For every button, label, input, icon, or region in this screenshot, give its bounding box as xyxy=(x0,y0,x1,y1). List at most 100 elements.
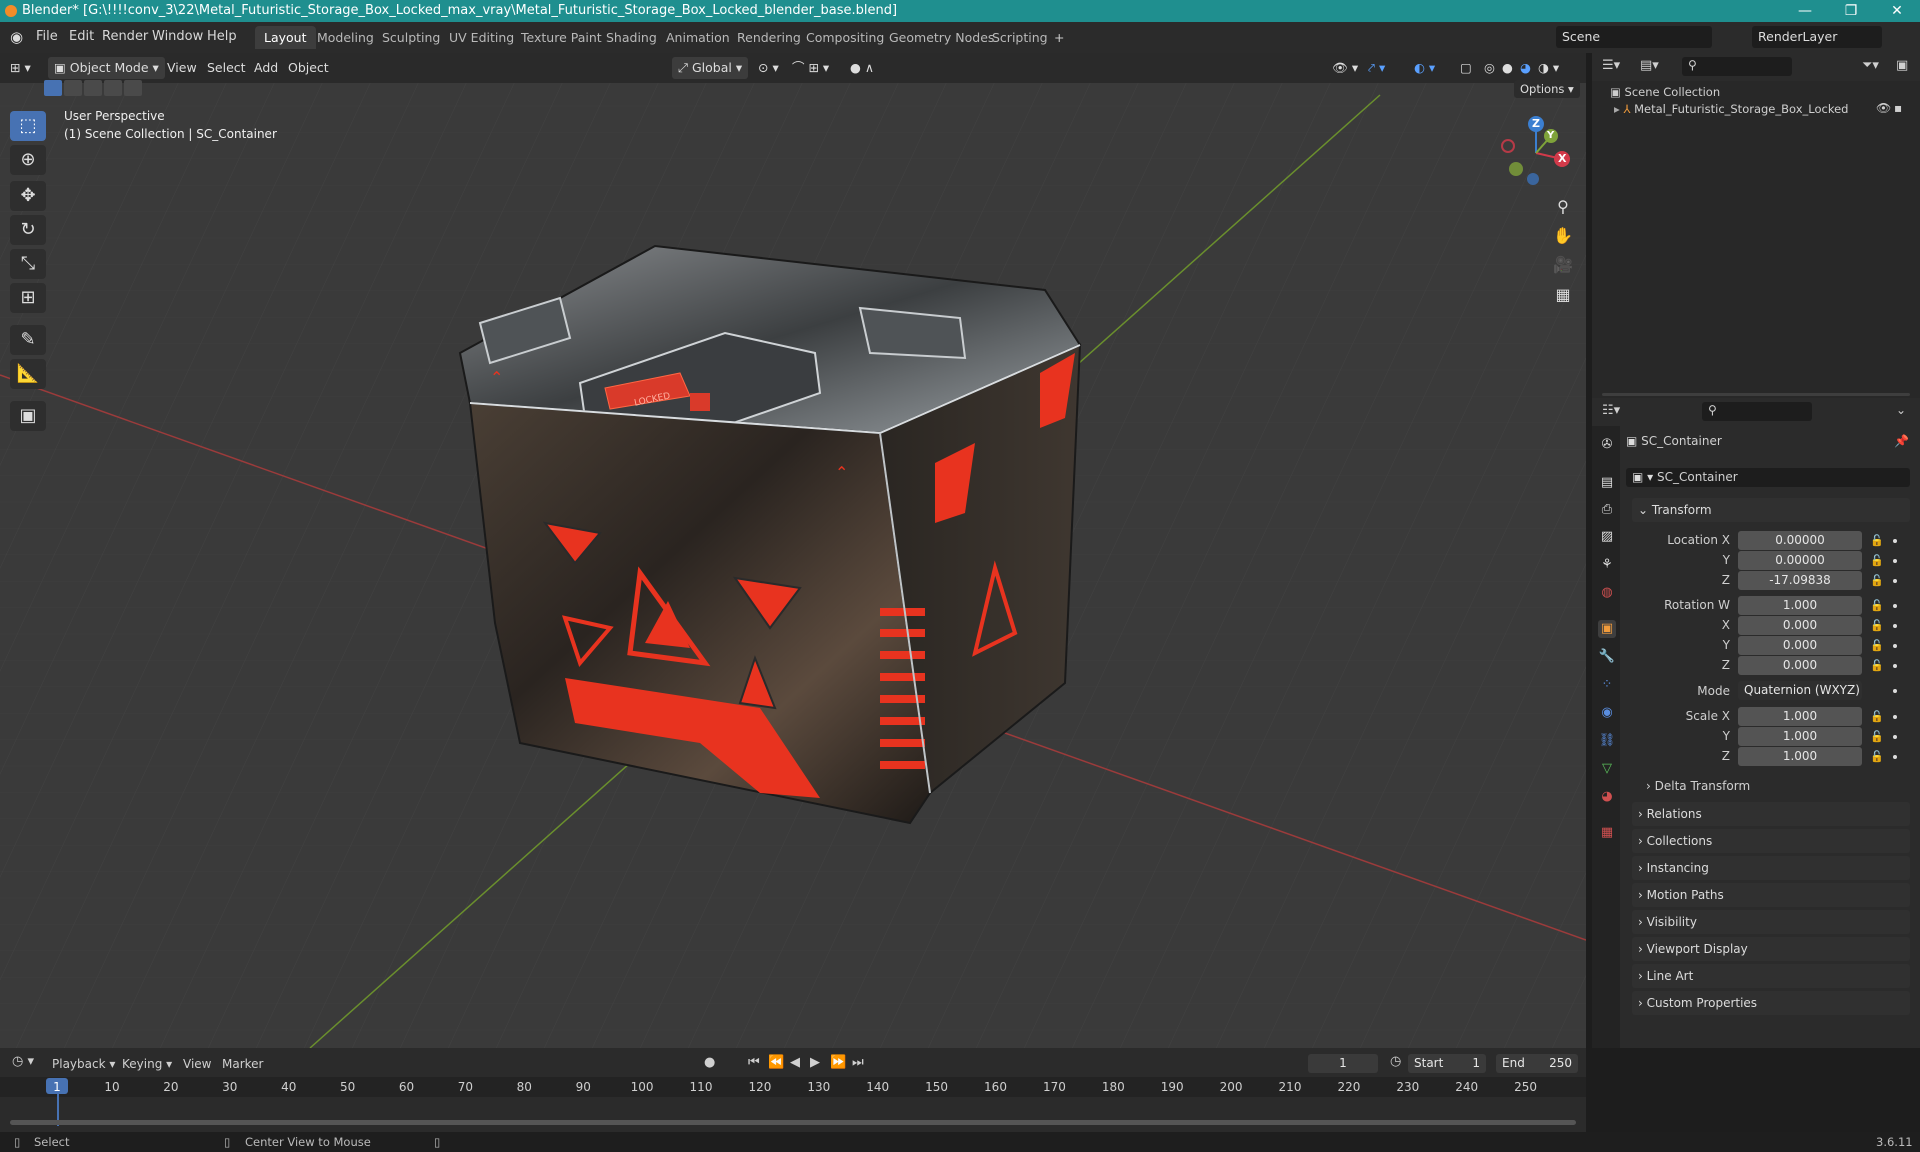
constraints-tab-icon[interactable]: ⛓ xyxy=(1598,732,1616,750)
lock-location-y-icon[interactable]: 🔓 xyxy=(1870,554,1884,567)
menu-help[interactable]: Help xyxy=(207,29,237,44)
3d-viewport[interactable]: ⌃ ⌃ Z Y X LOCKED User Perspective (1) Sc… xyxy=(0,53,1586,1048)
play-icon[interactable]: ▶ xyxy=(810,1055,820,1070)
keyframe-dot[interactable] xyxy=(1893,604,1897,608)
rotate-tool[interactable]: ↻ xyxy=(10,215,46,245)
world-tab-icon[interactable]: ◍ xyxy=(1598,584,1616,602)
menu-edit[interactable]: Edit xyxy=(69,29,94,44)
visibility-icon[interactable]: 👁 ▾ xyxy=(1332,57,1358,79)
shading-rendered-icon[interactable]: ◑ ▾ xyxy=(1538,57,1559,79)
end-frame-field[interactable]: End 250 xyxy=(1496,1054,1578,1073)
overlay-toggle-icon[interactable]: ◐ ▾ xyxy=(1414,57,1435,79)
timeline-editor-icon[interactable]: ◷ ▾ xyxy=(12,1054,34,1069)
keyframe-dot[interactable] xyxy=(1893,664,1897,668)
record-icon[interactable]: ● xyxy=(704,1055,715,1070)
scene-tab-icon[interactable]: ⚘ xyxy=(1598,556,1616,574)
rotation-z-field[interactable]: 0.000 xyxy=(1738,656,1862,675)
menu-select[interactable]: Select xyxy=(207,57,246,79)
tab-modeling[interactable]: Modeling xyxy=(308,26,383,49)
menu-playback[interactable]: Playback ▾ xyxy=(52,1057,115,1071)
select-subtract-icon[interactable] xyxy=(84,80,102,96)
render-camera-icon[interactable]: ▪ xyxy=(1894,101,1902,115)
location-y-field[interactable]: 0.00000 xyxy=(1738,551,1862,570)
data-tab-icon[interactable]: ▽ xyxy=(1598,760,1616,778)
select-intersect-icon[interactable] xyxy=(124,80,142,96)
menu-timeline-view[interactable]: View xyxy=(183,1057,211,1071)
location-z-field[interactable]: -17.09838 xyxy=(1738,571,1862,590)
keyframe-dot[interactable] xyxy=(1893,715,1897,719)
rotation-x-field[interactable]: 0.000 xyxy=(1738,616,1862,635)
keyframe-dot[interactable] xyxy=(1893,624,1897,628)
keyframe-dot[interactable] xyxy=(1893,559,1897,563)
tab-uv-editing[interactable]: UV Editing xyxy=(440,26,523,49)
perspective-grid-icon[interactable]: ▦ xyxy=(1549,281,1577,309)
menu-view[interactable]: View xyxy=(167,57,197,79)
jump-end-icon[interactable]: ⏭ xyxy=(852,1055,864,1070)
minimize-button[interactable]: — xyxy=(1782,0,1828,22)
rotation-y-field[interactable]: 0.000 xyxy=(1738,636,1862,655)
view-layer-tab-icon[interactable]: ▨ xyxy=(1598,528,1616,546)
outliner-item[interactable]: ▸ ⅄ Metal_Futuristic_Storage_Box_Locked xyxy=(1614,102,1914,116)
tab-shading[interactable]: Shading xyxy=(597,26,666,49)
mode-dropdown[interactable]: ▣ Object Mode ▾ xyxy=(48,57,165,79)
tab-texture-paint[interactable]: Texture Paint xyxy=(512,26,611,49)
clock-icon[interactable]: ◷ xyxy=(1390,1054,1401,1069)
menu-object[interactable]: Object xyxy=(288,57,329,79)
shading-wireframe-icon[interactable]: ◎ xyxy=(1484,57,1495,79)
texture-tab-icon[interactable]: ▦ xyxy=(1598,824,1616,842)
pivot-icon[interactable]: ⊙ ▾ xyxy=(758,57,779,79)
custom-properties-panel-header[interactable]: › Custom Properties xyxy=(1632,991,1910,1015)
outliner-editor-icon[interactable]: ☰▾ xyxy=(1602,58,1620,73)
maximize-button[interactable]: ❐ xyxy=(1828,0,1874,22)
keyframe-dot[interactable] xyxy=(1893,689,1897,693)
timeline-scrollbar[interactable] xyxy=(10,1120,1576,1125)
blender-menu-icon[interactable]: ◉ xyxy=(10,28,23,46)
location-x-field[interactable]: 0.00000 xyxy=(1738,531,1862,550)
lock-rotation-w-icon[interactable]: 🔓 xyxy=(1870,599,1884,612)
menu-keying[interactable]: Keying ▾ xyxy=(122,1057,172,1071)
motion-paths-panel-header[interactable]: › Motion Paths xyxy=(1632,883,1910,907)
tool-tab-icon[interactable]: ✇ xyxy=(1598,436,1616,454)
prev-keyframe-icon[interactable]: ⏪ xyxy=(768,1055,784,1070)
tab-sculpting[interactable]: Sculpting xyxy=(373,26,449,49)
tab-compositing[interactable]: Compositing xyxy=(797,26,893,49)
orientation-dropdown[interactable]: ⤢ Global ▾ xyxy=(672,57,749,79)
transform-tool[interactable]: ⊞ xyxy=(10,283,46,313)
render-layer-selector[interactable]: RenderLayer xyxy=(1752,26,1882,48)
visibility-panel-header[interactable]: › Visibility xyxy=(1632,910,1910,934)
add-workspace-button[interactable]: + xyxy=(1045,26,1073,49)
tab-animation[interactable]: Animation xyxy=(657,26,739,49)
viewport-display-panel-header[interactable]: › Viewport Display xyxy=(1632,937,1910,961)
options-dropdown[interactable]: Options ▾ xyxy=(1514,80,1580,98)
menu-marker[interactable]: Marker xyxy=(222,1057,263,1071)
camera-view-icon[interactable]: 🎥 xyxy=(1549,251,1577,279)
menu-window[interactable]: Window xyxy=(152,29,203,44)
editor-type-button[interactable]: ⊞ ▾ xyxy=(10,57,31,79)
output-tab-icon[interactable]: ⎙ xyxy=(1598,501,1616,519)
gizmo-toggle-icon[interactable]: ⤤ ▾ xyxy=(1368,57,1385,79)
shading-material-icon[interactable]: ◕ xyxy=(1520,57,1531,79)
annotate-tool[interactable]: ✎ xyxy=(10,325,46,355)
lock-rotation-x-icon[interactable]: 🔓 xyxy=(1870,619,1884,632)
measure-tool[interactable]: 📐 xyxy=(10,359,46,389)
scene-selector[interactable]: Scene xyxy=(1556,26,1712,48)
jump-start-icon[interactable]: ⏮ xyxy=(748,1055,760,1070)
lock-rotation-y-icon[interactable]: 🔓 xyxy=(1870,639,1884,652)
chevron-down-icon[interactable]: ⌄ xyxy=(1896,403,1906,417)
keyframe-dot[interactable] xyxy=(1893,644,1897,648)
filter-icon[interactable]: ⏷▾ xyxy=(1862,58,1879,73)
collections-panel-header[interactable]: › Collections xyxy=(1632,829,1910,853)
keyframe-dot[interactable] xyxy=(1893,539,1897,543)
display-mode-icon[interactable]: ▤▾ xyxy=(1640,58,1659,73)
delta-transform-subpanel[interactable]: › Delta Transform xyxy=(1646,779,1750,793)
eye-icon[interactable]: 👁 xyxy=(1876,101,1891,115)
snap-icon[interactable]: ⌒ ⊞ ▾ xyxy=(792,57,829,79)
rotation-mode-dropdown[interactable]: Quaternion (WXYZ) ⌄ xyxy=(1738,681,1862,716)
scale-z-field[interactable]: 1.000 xyxy=(1738,747,1862,766)
keyframe-dot[interactable] xyxy=(1893,735,1897,739)
lock-rotation-z-icon[interactable]: 🔓 xyxy=(1870,659,1884,672)
object-tab-icon[interactable]: ▣ xyxy=(1598,620,1616,638)
instancing-panel-header[interactable]: › Instancing xyxy=(1632,856,1910,880)
start-frame-field[interactable]: Start 1 xyxy=(1408,1054,1486,1073)
keyframe-dot[interactable] xyxy=(1893,755,1897,759)
